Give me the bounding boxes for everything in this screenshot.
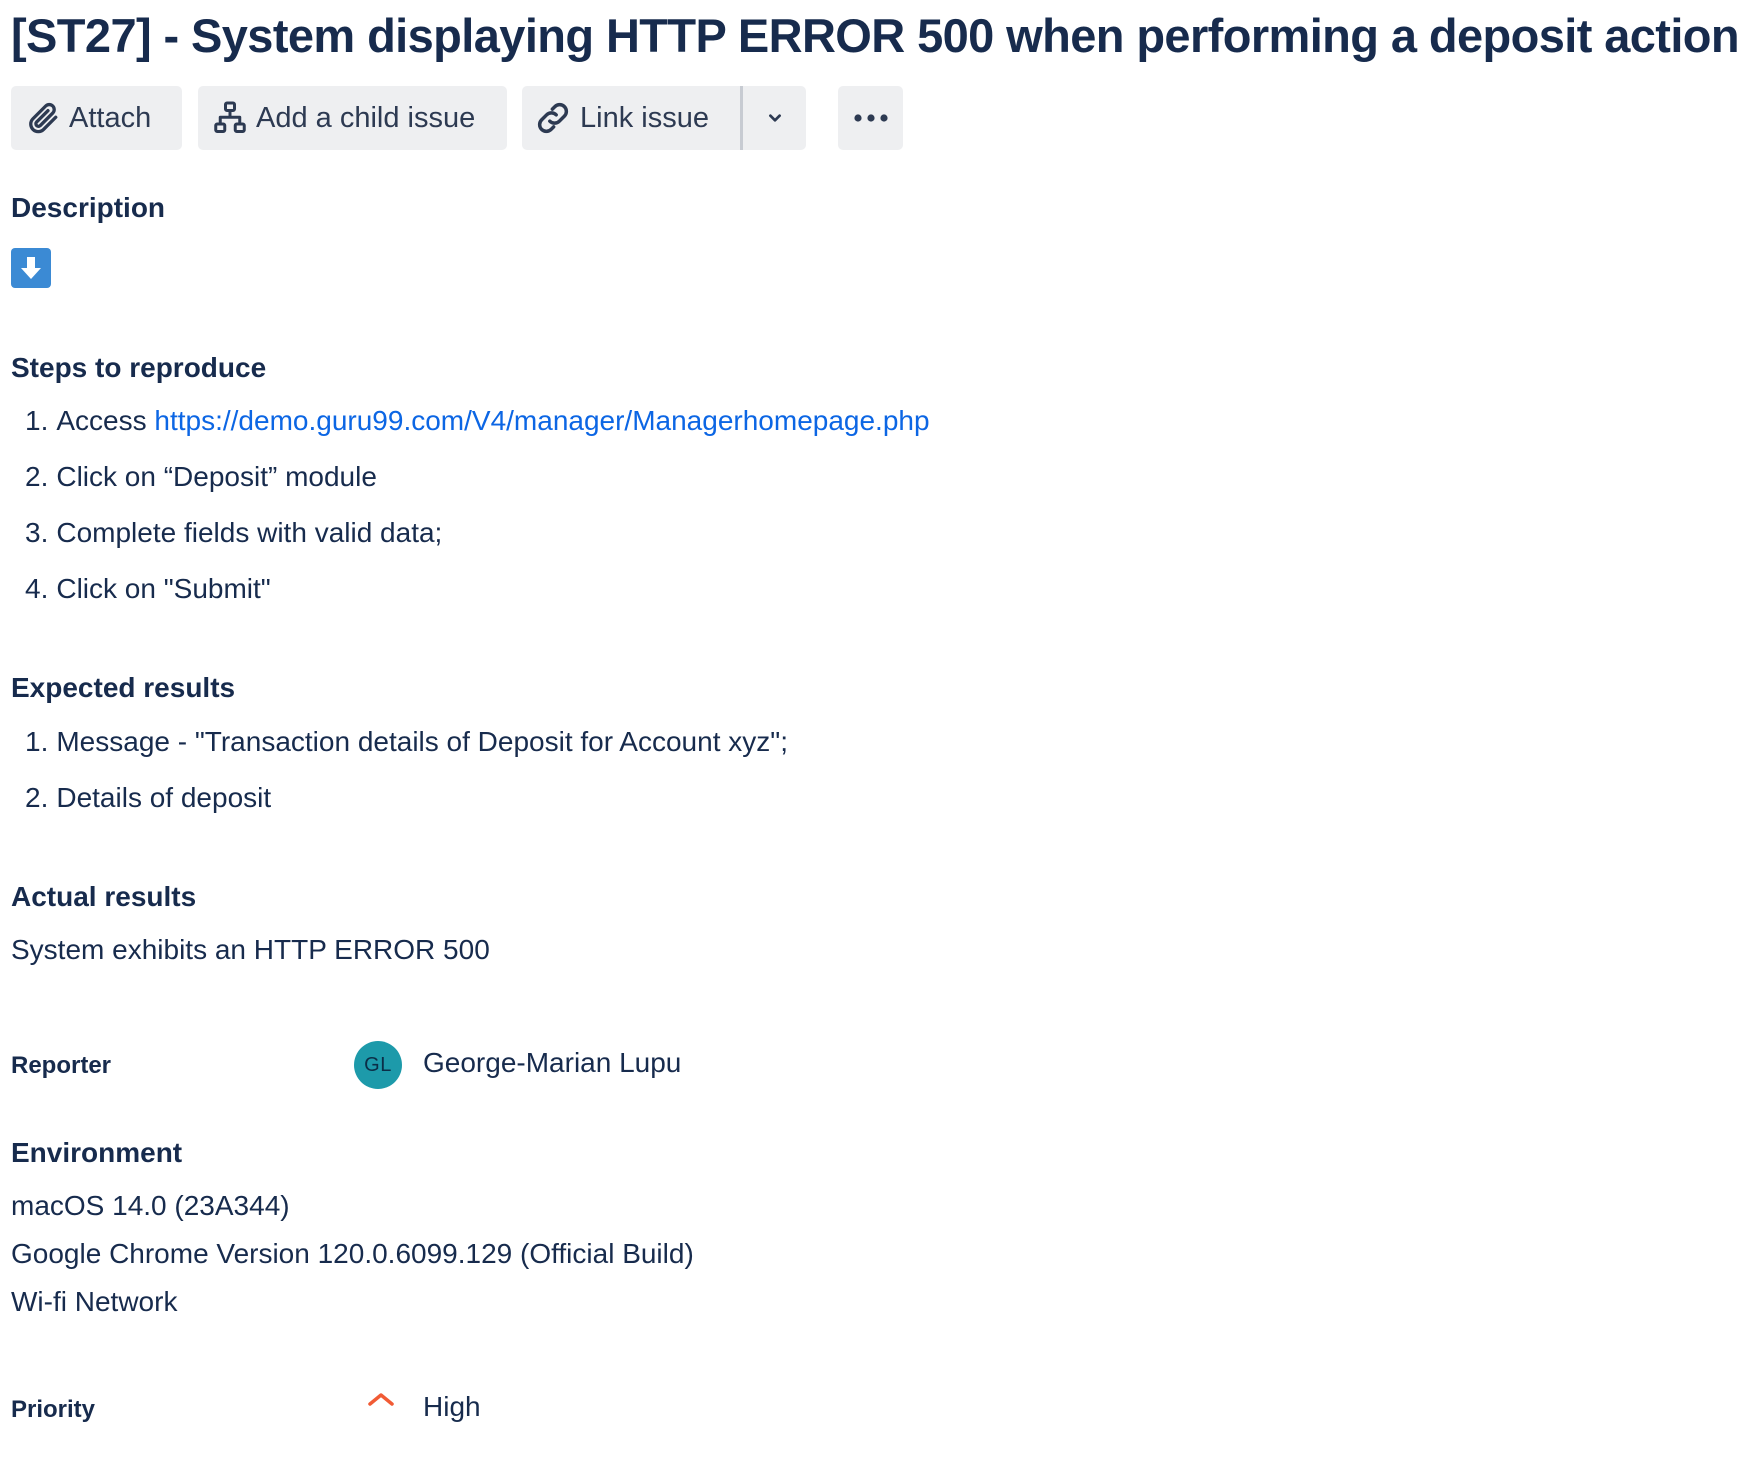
reporter-name[interactable]: George-Marian Lupu [423,1047,681,1079]
reproduce-url-link[interactable]: https://demo.guru99.com/V4/manager/Manag… [154,405,929,436]
list-item: 2. Click on “Deposit” module [25,461,377,493]
list-text: Click on “Deposit” module [56,461,377,492]
reporter-label: Reporter [11,1052,112,1079]
add-child-issue-label: Add a child issue [256,101,476,134]
paperclip-icon [25,100,61,136]
list-number: 3. [25,517,49,548]
link-issue-dropdown-button[interactable] [743,86,806,150]
list-text: Message - "Transaction details of Deposi… [56,726,788,757]
list-text: Click on "Submit" [56,573,271,604]
priority-high-icon [366,1389,396,1409]
attach-label: Attach [69,101,152,134]
list-text: Access [56,405,155,436]
environment-line: Google Chrome Version 120.0.6099.129 (Of… [11,1238,694,1269]
chevron-down-icon [764,107,786,129]
arrow-down-icon [11,248,51,288]
list-number: 1. [25,405,49,436]
list-number: 4. [25,573,49,604]
more-horizontal-icon [851,112,891,124]
list-item: 3. Complete fields with valid data; [25,517,442,549]
more-actions-button[interactable] [838,86,903,150]
priority-value[interactable]: High [423,1391,481,1423]
steps-heading: Steps to reproduce [11,352,267,383]
issue-view: [ST27] - System displaying HTTP ERROR 50… [11,0,1744,1478]
list-item: 1. Access https://demo.guru99.com/V4/mana… [25,405,930,437]
actual-results-text: System exhibits an HTTP ERROR 500 [11,934,490,965]
hierarchy-icon [212,100,248,136]
list-number: 2. [25,782,49,813]
actual-results-heading: Actual results [11,881,197,912]
link-issue-label: Link issue [580,101,709,134]
priority-label: Priority [11,1396,96,1423]
list-item: 4. Click on "Submit" [25,573,271,605]
description-heading: Description [11,192,166,223]
environment-heading: Environment [11,1137,183,1168]
list-text: Details of deposit [56,782,272,813]
environment-line: Wi-fi Network [11,1286,178,1317]
link-icon [534,99,572,137]
list-item: 1. Message - "Transaction details of Depo… [25,726,788,758]
list-item: 2. Details of deposit [25,782,271,814]
issue-title[interactable]: [ST27] - System displaying HTTP ERROR 50… [11,6,1740,66]
link-issue-button[interactable]: Link issue [522,86,740,150]
reporter-avatar[interactable]: GL [354,1041,402,1089]
list-text: Complete fields with valid data; [56,517,443,548]
environment-line: macOS 14.0 (23A344) [11,1190,290,1221]
list-number: 2. [25,461,49,492]
expected-results-heading: Expected results [11,672,236,703]
list-number: 1. [25,726,49,757]
add-child-issue-button[interactable]: Add a child issue [198,86,507,150]
attach-button[interactable]: Attach [11,86,182,150]
